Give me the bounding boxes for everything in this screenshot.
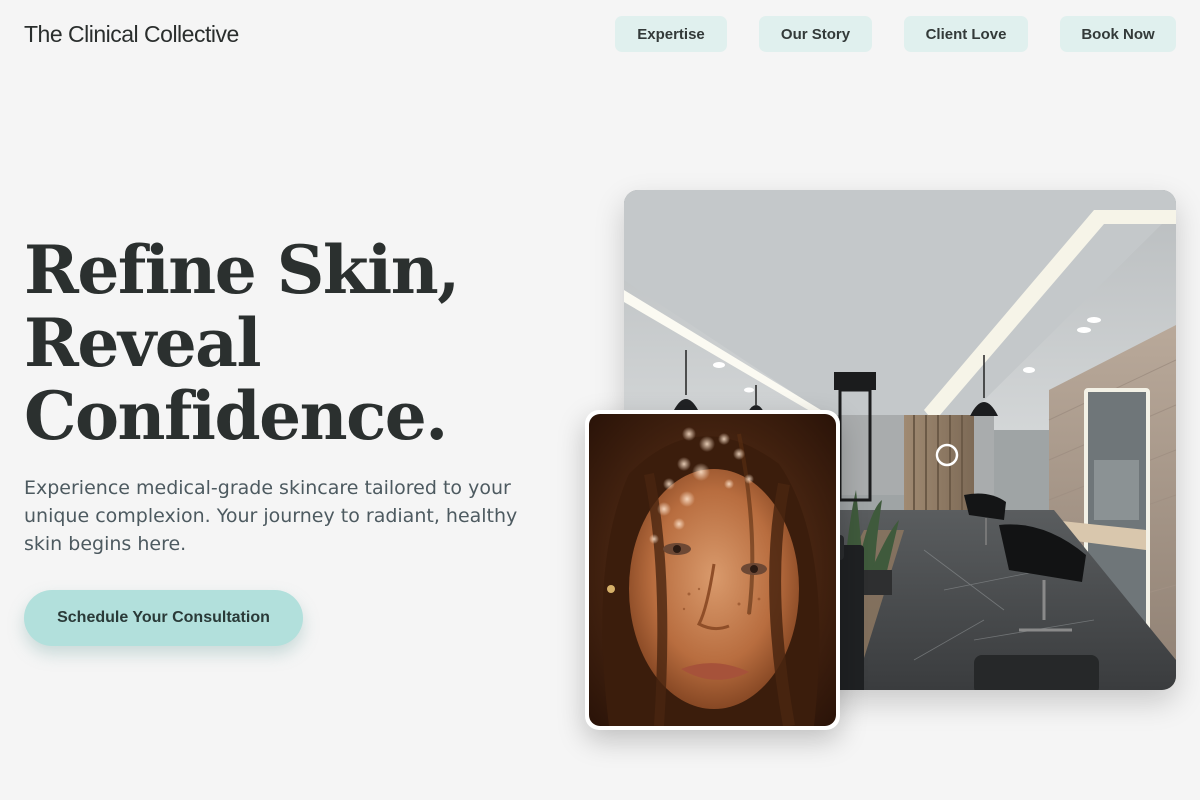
brand-logo[interactable]: The Clinical Collective bbox=[24, 19, 239, 49]
hero-title-line-3: Confidence. bbox=[24, 377, 448, 455]
hero-title-line-2: Reveal bbox=[24, 304, 262, 382]
nav-expertise-button[interactable]: Expertise bbox=[615, 16, 727, 52]
hero-subtitle: Experience medical-grade skincare tailor… bbox=[24, 477, 518, 555]
portrait-photo-frame bbox=[585, 410, 840, 730]
portrait-photo bbox=[589, 414, 836, 726]
schedule-consultation-button[interactable]: Schedule Your Consultation bbox=[24, 590, 303, 646]
hero-title: Refine Skin, Reveal Confidence. bbox=[24, 234, 564, 453]
nav-client-love-button[interactable]: Client Love bbox=[904, 16, 1028, 52]
nav-book-now-button[interactable]: Book Now bbox=[1060, 16, 1176, 52]
nav-our-story-button[interactable]: Our Story bbox=[759, 16, 872, 52]
hero-title-line-1: Refine Skin, bbox=[24, 231, 460, 309]
site-header: The Clinical Collective Expertise Our St… bbox=[0, 0, 1200, 68]
